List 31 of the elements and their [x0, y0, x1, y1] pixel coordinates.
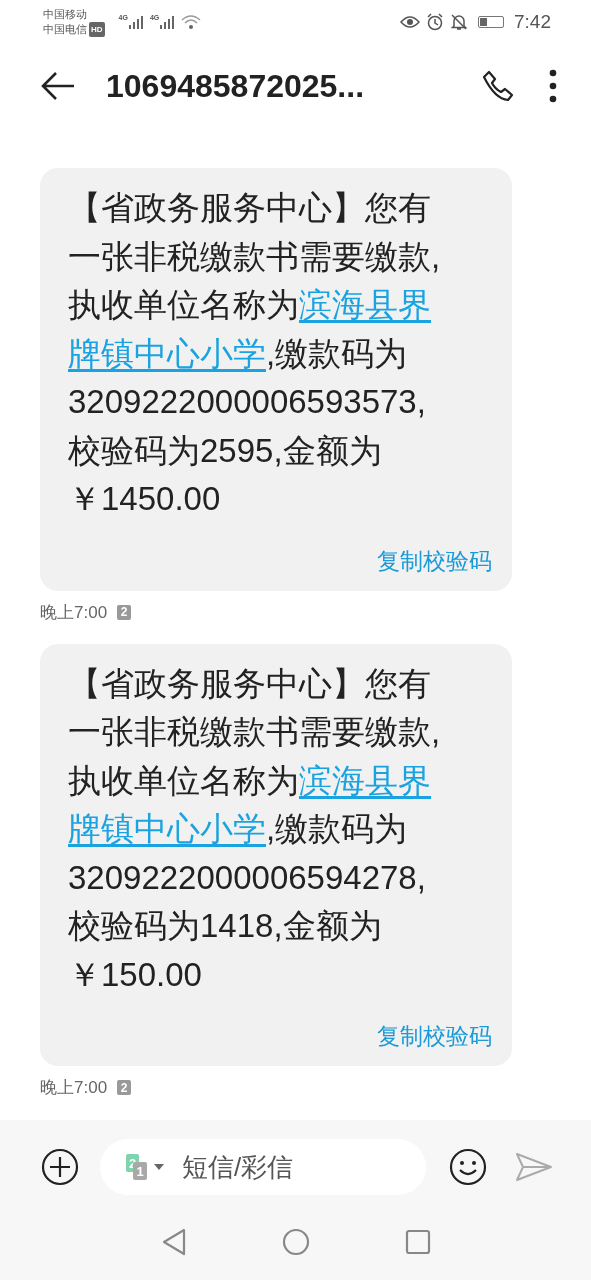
- caret-icon: [154, 1164, 164, 1170]
- back-nav-button[interactable]: [160, 1228, 187, 1256]
- sim-badge: 2: [117, 604, 132, 620]
- address-link[interactable]: 滨海县界: [299, 761, 431, 799]
- address-link[interactable]: 牌镇中心小学: [68, 810, 266, 847]
- signal-icon: [127, 14, 144, 30]
- message-time: 晚上7:00: [40, 1077, 108, 1099]
- emoji-button[interactable]: [448, 1147, 488, 1187]
- address-link[interactable]: 牌镇中心小学: [68, 334, 266, 372]
- carrier-name: 中国电信: [43, 22, 87, 37]
- signal-icon: [159, 14, 176, 30]
- message-time: 晚上7:00: [40, 601, 108, 624]
- sim-badge: 2: [117, 1080, 132, 1095]
- alarm-icon: [426, 13, 444, 31]
- status-time: 7:42: [514, 11, 551, 33]
- back-button[interactable]: [40, 70, 76, 102]
- add-button[interactable]: [40, 1147, 80, 1187]
- wifi-icon: [181, 14, 202, 30]
- battery-icon: [478, 16, 504, 28]
- carrier-name: 中国移动: [43, 7, 88, 22]
- home-nav-button[interactable]: [281, 1228, 310, 1256]
- copy-code-link[interactable]: 复制校验码: [377, 545, 492, 577]
- bell-off-icon: [450, 13, 468, 31]
- copy-code-link[interactable]: 复制校验码: [377, 1021, 492, 1052]
- conversation-title: 1069485872025...: [106, 67, 366, 105]
- message-text: 【省政务服务中心】您有 一张非税缴款书需要缴款, 执收单位名称为滨海县界 牌镇中心小学,缴款码为 3209222000006593573, 校验码为2595,金额为 ￥1450.00: [68, 188, 442, 519]
- hd-badge: HD: [89, 22, 105, 37]
- eye-icon: [400, 15, 420, 29]
- recents-nav-button[interactable]: [404, 1229, 431, 1255]
- message-text: 【省政务服务中心】您有 一张非税缴款书需要缴款, 执收单位名称为滨海县界 牌镇中心小学,缴款码为 3209222000006594278, 校验码为1418,金额为 ￥150.00: [68, 663, 442, 995]
- address-link[interactable]: 滨海县界: [299, 286, 431, 323]
